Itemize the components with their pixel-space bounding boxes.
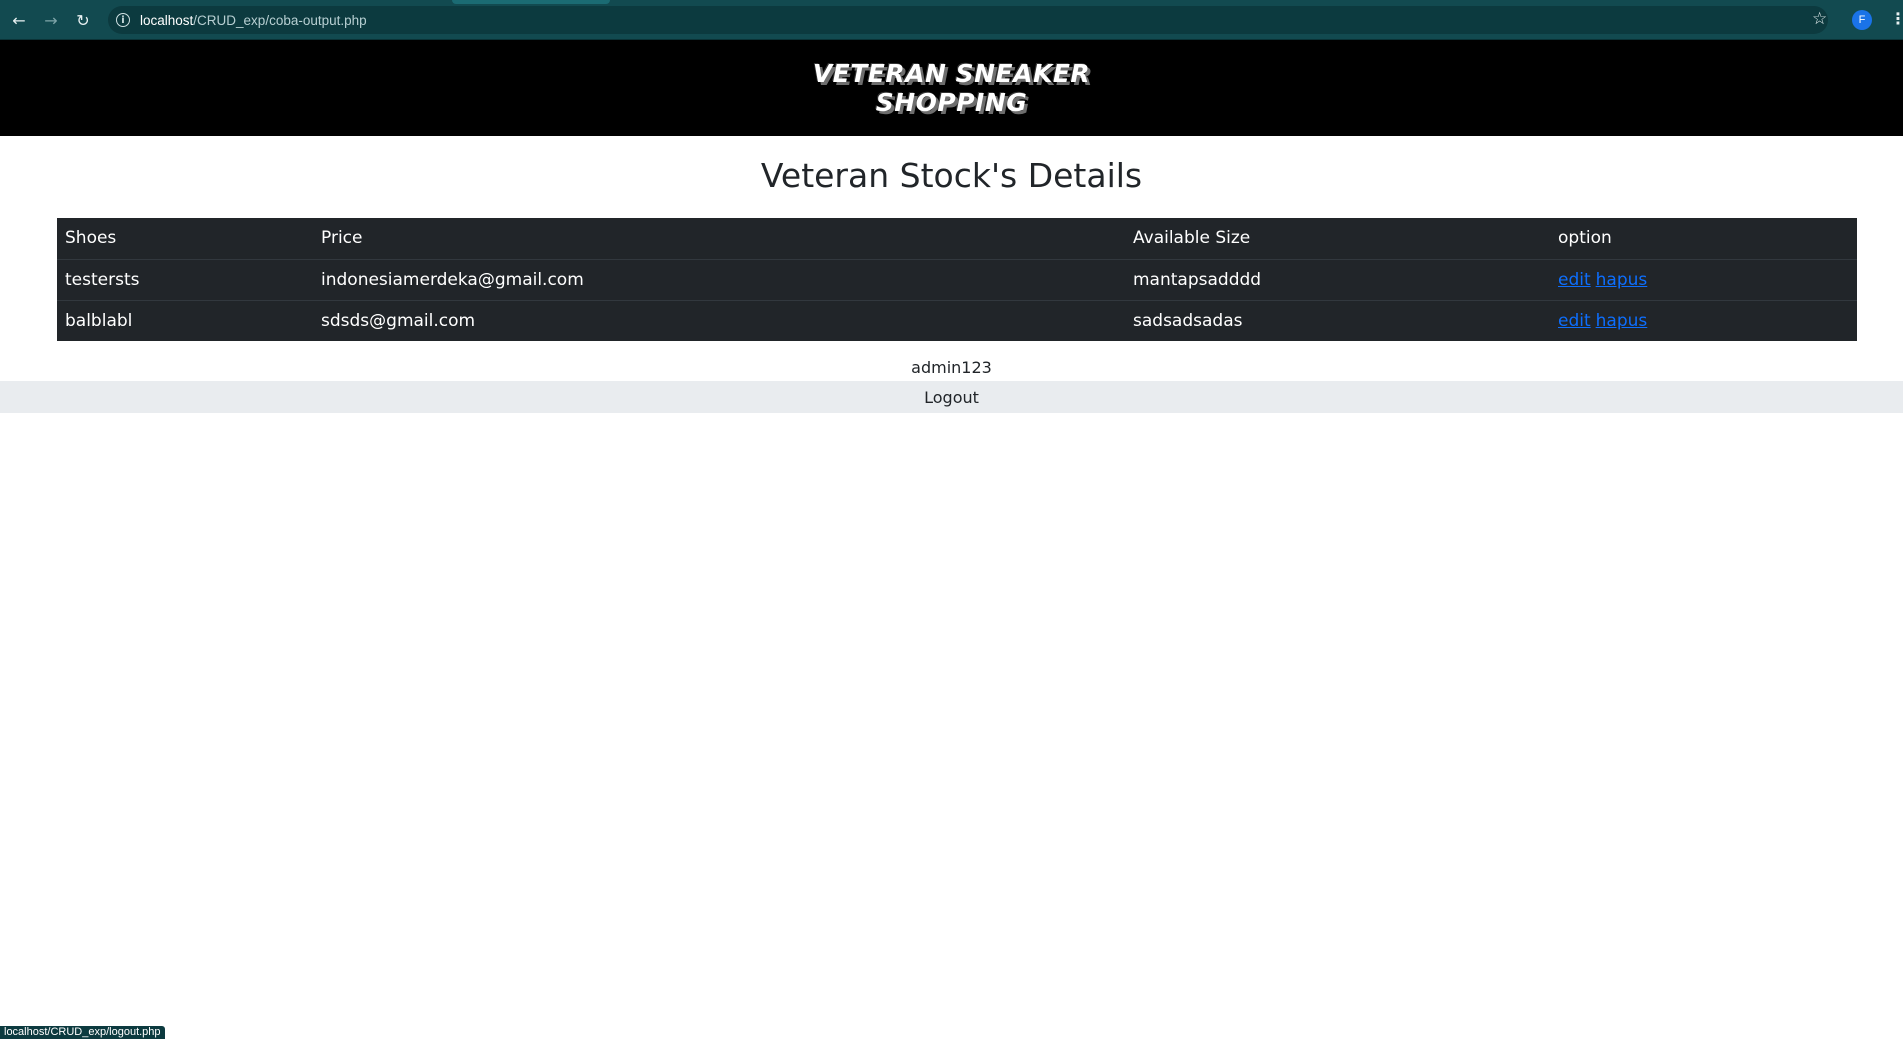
address-bar[interactable]: i localhost/CRUD_exp/coba-output.php <box>108 6 1828 34</box>
delete-link[interactable]: hapus <box>1596 311 1648 331</box>
bookmark-star-icon[interactable]: ☆ <box>1812 9 1827 29</box>
cell-price: sdsds@gmail.com <box>321 310 476 331</box>
table-header-row: Shoes Price Available Size option <box>57 218 1857 260</box>
column-header-price: Price <box>313 218 1125 260</box>
username-label: admin123 <box>911 358 992 377</box>
logout-label: Logout <box>924 387 979 407</box>
table-row: balblabl sdsds@gmail.com sadsadsadas edi… <box>57 300 1857 341</box>
table-row: testersts indonesiamerdeka@gmail.com man… <box>57 259 1857 301</box>
link-status-bar: localhost/CRUD_exp/logout.php <box>0 1026 165 1039</box>
column-header-shoes: Shoes <box>57 218 313 260</box>
cell-size: mantapsadddd <box>1125 259 1550 301</box>
profile-avatar[interactable]: F <box>1852 10 1872 30</box>
column-header-option: option <box>1550 218 1857 260</box>
url-path: /CRUD_exp/coba-output.php <box>193 12 367 28</box>
cell-shoes: balblabl <box>65 310 133 331</box>
cell-price: indonesiamerdeka@gmail.com <box>313 259 1125 301</box>
back-arrow-icon[interactable]: ← <box>8 9 30 31</box>
cell-shoes: testersts <box>57 259 313 301</box>
logo-line-2: SHOPPING <box>875 88 1028 117</box>
reload-icon[interactable]: ↻ <box>72 9 94 31</box>
cell-option: edit hapus <box>1550 259 1857 301</box>
edit-link[interactable]: edit <box>1558 311 1591 331</box>
logout-button[interactable]: Logout <box>0 381 1903 413</box>
page-title: Veteran Stock's Details <box>760 156 1143 195</box>
stock-table: Shoes Price Available Size option tester… <box>57 218 1857 341</box>
active-tab-indicator <box>452 0 610 4</box>
site-logo: VETERAN SNEAKER SHOPPING <box>813 59 1090 117</box>
forward-arrow-icon[interactable]: → <box>40 9 62 31</box>
browser-toolbar: ← → ↻ i localhost/CRUD_exp/coba-output.p… <box>0 0 1903 40</box>
info-icon[interactable]: i <box>116 13 130 27</box>
url-text[interactable]: localhost/CRUD_exp/coba-output.php <box>140 13 367 28</box>
column-header-size: Available Size <box>1125 218 1550 260</box>
logo-line-1: VETERAN SNEAKER <box>812 59 1091 88</box>
url-host: localhost <box>140 12 194 28</box>
kebab-menu-icon[interactable]: ⋮ <box>1890 9 1903 28</box>
cell-option: edit hapus <box>1550 300 1857 341</box>
delete-link[interactable]: hapus <box>1596 270 1648 290</box>
edit-link[interactable]: edit <box>1558 270 1591 290</box>
cell-size: sadsadsadas <box>1133 310 1243 331</box>
site-header: VETERAN SNEAKER SHOPPING <box>0 40 1903 136</box>
